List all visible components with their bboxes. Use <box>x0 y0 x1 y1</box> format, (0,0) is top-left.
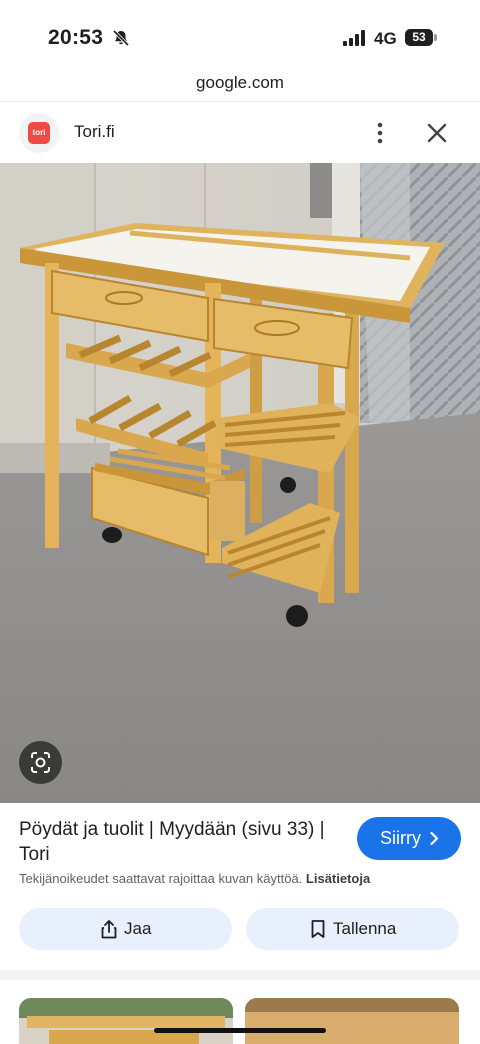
visit-label: Siirry <box>380 828 421 848</box>
status-bar: 20:53 4G 53 <box>0 0 480 70</box>
result-image[interactable] <box>0 163 480 803</box>
visit-button[interactable]: Siirry <box>357 817 461 860</box>
chevron-right-icon <box>430 831 439 846</box>
share-label: Jaa <box>124 919 152 938</box>
section-divider <box>0 970 480 980</box>
copyright-text: Tekijänoikeudet saattavat rajoittaa kuva… <box>19 871 303 886</box>
status-time: 20:53 <box>48 26 104 49</box>
source-header: tori Tori.fi <box>0 101 480 163</box>
battery-icon: 53 <box>405 29 437 46</box>
url-text[interactable]: google.com <box>196 73 284 92</box>
lens-search-button[interactable] <box>19 741 62 784</box>
home-indicator[interactable] <box>154 1028 326 1033</box>
share-button[interactable]: Jaa <box>19 908 232 950</box>
source-name[interactable]: Tori.fi <box>74 122 115 142</box>
result-title[interactable]: Pöydät ja tuolit | Myydään (sivu 33) | T… <box>19 817 349 867</box>
share-icon <box>101 920 117 939</box>
battery-level: 53 <box>412 30 426 44</box>
favicon-logo: tori <box>28 122 50 144</box>
learn-more-link[interactable]: Lisätietoja <box>306 871 370 886</box>
url-bar[interactable]: google.com <box>0 70 480 100</box>
bell-slash-icon <box>112 29 130 47</box>
lens-icon <box>31 752 50 773</box>
related-image-thumbnail[interactable] <box>245 998 459 1044</box>
cellular-signal-icon <box>343 30 365 46</box>
kitchen-trolley-photo <box>0 163 480 803</box>
save-label: Tallenna <box>333 919 397 938</box>
save-button[interactable]: Tallenna <box>246 908 459 950</box>
site-favicon[interactable]: tori <box>19 113 59 153</box>
bookmark-icon <box>311 920 325 938</box>
related-image-thumbnail[interactable] <box>19 998 233 1044</box>
close-icon[interactable] <box>424 120 450 146</box>
more-options-icon[interactable] <box>368 118 392 148</box>
copyright-notice: Tekijänoikeudet saattavat rajoittaa kuva… <box>19 871 370 886</box>
network-type: 4G <box>374 29 397 48</box>
